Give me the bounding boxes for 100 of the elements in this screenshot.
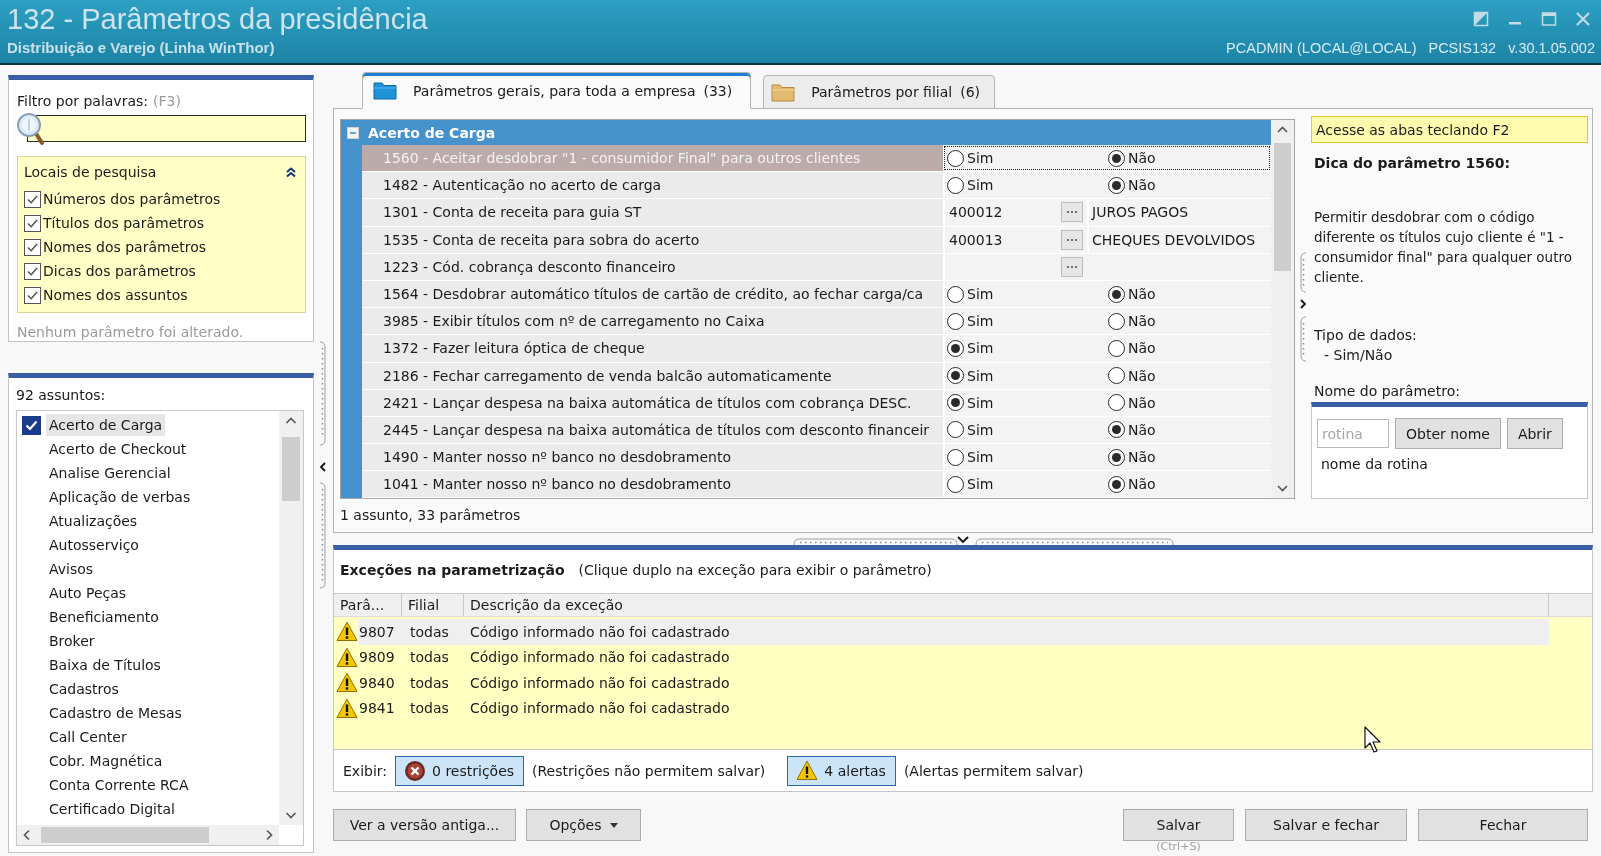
routine-button[interactable]: Obter nome [1395, 418, 1501, 449]
radio-button[interactable] [1108, 176, 1125, 194]
radio-button[interactable] [947, 149, 964, 167]
grid-summary: 1 assunto, 33 parâmetros [340, 506, 522, 524]
subject-item[interactable]: Certificado Digital [46, 798, 178, 820]
subject-item[interactable]: Cobr. Magnética [46, 750, 166, 772]
exception-row[interactable]: 9809 todas Código informado não foi cadastrado [334, 644, 1592, 670]
parameter-label[interactable]: 1301 - Conta de receita para guia ST [362, 199, 943, 226]
radio-button[interactable] [1108, 312, 1125, 330]
minus-box-icon[interactable] [347, 126, 359, 139]
subject-item[interactable]: Auto Peças [46, 582, 130, 604]
parameter-label[interactable]: 1564 - Desdobrar automático títulos de cartão de crédito, ao fechar carga/ca [362, 280, 943, 308]
splitter-handle[interactable] [792, 535, 1175, 545]
subject-item[interactable]: Autosserviço [46, 534, 142, 556]
radio-label: Não [1128, 313, 1156, 330]
routine-field[interactable]: rotina [1317, 419, 1389, 448]
action-button[interactable]: Salvar e fechar [1245, 809, 1407, 841]
radio-button[interactable] [1108, 448, 1125, 466]
action-button[interactable]: Fechar [1418, 809, 1588, 841]
scrollbar-thumb[interactable] [41, 827, 209, 843]
code-field[interactable]: 400012 [947, 204, 1061, 221]
filter-note: (Alertas permitem salvar) [903, 762, 1084, 779]
subject-item[interactable]: Avisos [46, 558, 97, 580]
subject-item[interactable]: Beneficiamento [46, 606, 162, 628]
action-button[interactable]: Salvar [1123, 809, 1234, 841]
radio-button[interactable] [1108, 339, 1125, 357]
scrollbar-thumb[interactable] [282, 437, 300, 501]
status-message: Nenhum parâmetro foi alterado. [17, 323, 245, 341]
subject-item[interactable]: Acerto de Checkout [46, 438, 190, 460]
tab[interactable]: Parâmetros por filial (6) [763, 75, 995, 109]
radio-button[interactable] [947, 421, 964, 439]
subject-item[interactable]: Broker [46, 630, 98, 652]
lookup-button[interactable] [1061, 256, 1083, 277]
column-header[interactable]: Filial [402, 594, 464, 616]
radio-button[interactable] [1108, 421, 1125, 439]
version-label: v.30.1.05.002 [1508, 39, 1595, 57]
checkbox[interactable] [24, 214, 41, 232]
subject-item[interactable]: Aplicação de verbas [46, 486, 194, 508]
action-button[interactable]: Ver a versão antiga... [333, 809, 516, 841]
subject-item[interactable]: Atualizações [46, 510, 141, 532]
subject-item[interactable]: Cadastro de Mesas [46, 702, 185, 724]
radio-button[interactable] [1108, 285, 1125, 303]
vertical-scrollbar[interactable] [279, 411, 303, 825]
radio-button[interactable] [947, 312, 964, 330]
checkbox[interactable] [22, 415, 41, 435]
search-field[interactable] [27, 115, 306, 142]
filter-toggle[interactable]: 0 restrições [395, 755, 525, 786]
parameter-label[interactable]: 1482 - Autenticação no acerto de carga [362, 172, 943, 199]
parameter-label[interactable]: 2445 - Lançar despesa na baixa automática de títulos com desconto financeir [362, 416, 943, 444]
ellipsis-icon [1066, 210, 1078, 215]
subject-item[interactable]: Acerto de Carga [46, 414, 166, 436]
radio-button[interactable] [947, 367, 964, 385]
splitter-handle[interactable] [1298, 251, 1308, 363]
scrollbar-thumb[interactable] [1274, 143, 1291, 271]
exception-row[interactable]: 9840 todas Código informado não foi cadastrado [334, 670, 1592, 696]
horizontal-scrollbar[interactable] [17, 825, 279, 845]
radio-button[interactable] [1108, 149, 1125, 167]
subject-item[interactable]: Cadastros [46, 678, 122, 700]
lookup-button[interactable] [1061, 229, 1083, 250]
parameter-label[interactable]: 2421 - Lançar despesa na baixa automática de títulos com cobrança DESC. [362, 389, 943, 416]
checkbox[interactable] [24, 286, 41, 304]
radio-button[interactable] [1108, 367, 1125, 385]
parameter-label[interactable]: 1490 - Manter nosso nº banco no desdobramento [362, 444, 943, 471]
vertical-scrollbar[interactable] [1271, 120, 1294, 498]
parameter-label[interactable]: 1041 - Manter nosso nº banco no desdobramento [362, 471, 943, 498]
checkbox-label: Dicas dos parâmetros [43, 263, 196, 279]
radio-button[interactable] [947, 339, 964, 357]
window-subtitle: Distribuição e Varejo (Linha WinThor) [7, 39, 275, 57]
parameter-label[interactable]: 2186 - Fechar carregamento de venda balcão automaticamente [362, 362, 943, 389]
routine-button[interactable]: Abrir [1506, 418, 1563, 449]
radio-button[interactable] [947, 176, 964, 194]
radio-button[interactable] [1108, 475, 1125, 493]
code-field[interactable]: 400013 [947, 231, 1061, 248]
double-chevron-up-icon[interactable] [285, 166, 297, 178]
lookup-button[interactable] [1061, 202, 1083, 223]
subject-item[interactable]: Conta Corrente RCA [46, 774, 192, 796]
tab[interactable]: Parâmetros gerais, para toda a empresa (33) [362, 72, 752, 109]
subject-item[interactable]: Analise Gerencial [46, 462, 174, 484]
section-title: Locais de pesquisa [24, 164, 157, 180]
checkbox[interactable] [24, 190, 41, 208]
subject-item[interactable]: Call Center [46, 726, 130, 748]
radio-label: Sim [967, 394, 994, 411]
menu-button[interactable]: Opções [526, 809, 641, 841]
parameter-label[interactable]: 1535 - Conta de receita para sobra do acerto [362, 226, 943, 253]
checkbox[interactable] [24, 262, 41, 280]
filter-toggle[interactable]: 4 alertas [787, 755, 896, 786]
radio-button[interactable] [947, 285, 964, 303]
radio-button[interactable] [947, 394, 964, 412]
radio-button[interactable] [947, 448, 964, 466]
column-header[interactable]: Parâ... [334, 594, 402, 616]
parameter-label[interactable]: 1223 - Cód. cobrança desconto financeiro [362, 253, 943, 280]
subject-item[interactable]: Baixa de Títulos [46, 654, 164, 676]
parameter-label[interactable]: 1372 - Fazer leitura óptica de cheque [362, 335, 943, 362]
exception-row[interactable]: 9841 todas Código informado não foi cadastrado [334, 695, 1592, 721]
parameter-label[interactable]: 3985 - Exibir títulos com nº de carregamento no Caixa [362, 308, 943, 335]
checkbox[interactable] [24, 238, 41, 256]
column-header[interactable]: Descrição da exceção [464, 594, 1549, 616]
radio-button[interactable] [947, 475, 964, 493]
radio-button[interactable] [1108, 394, 1125, 412]
splitter-handle[interactable] [318, 340, 328, 590]
